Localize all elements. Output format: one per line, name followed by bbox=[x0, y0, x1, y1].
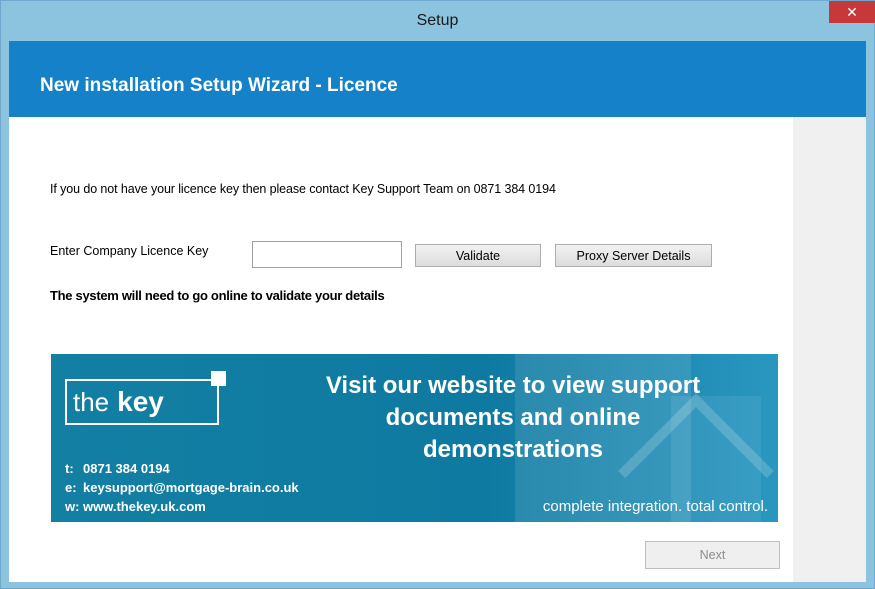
wizard-header: New installation Setup Wizard - Licence bbox=[9, 41, 866, 117]
phone-prefix: t: bbox=[65, 461, 74, 476]
banner-website: w: www.thekey.uk.com bbox=[65, 499, 206, 514]
support-info-text: If you do not have your licence key then… bbox=[50, 182, 556, 196]
web-prefix: w: bbox=[65, 499, 80, 514]
next-button[interactable]: Next bbox=[645, 541, 780, 569]
banner-headline: Visit our website to view support docume… bbox=[267, 370, 759, 466]
proxy-server-details-button[interactable]: Proxy Server Details bbox=[555, 244, 712, 267]
online-validation-note: The system will need to go online to val… bbox=[50, 288, 385, 303]
window-title: Setup bbox=[416, 12, 459, 29]
website-url: www.thekey.uk.com bbox=[83, 499, 206, 514]
licence-key-label: Enter Company Licence Key bbox=[50, 244, 209, 258]
logo-text-key: key bbox=[117, 386, 164, 417]
close-button[interactable]: ✕ bbox=[829, 1, 875, 23]
close-icon: ✕ bbox=[846, 3, 858, 20]
licence-key-input[interactable] bbox=[252, 241, 402, 268]
banner-phone: t: 0871 384 0194 bbox=[65, 461, 170, 476]
validate-button[interactable]: Validate bbox=[415, 244, 541, 267]
support-banner: the key Visit our website to view suppor… bbox=[51, 354, 778, 522]
title-bar[interactable]: Setup ✕ bbox=[1, 1, 875, 41]
banner-headline-line-1: Visit our website to view support bbox=[325, 372, 701, 399]
banner-headline-line-3: demonstrations bbox=[422, 436, 604, 463]
banner-tagline: complete integration. total control. bbox=[542, 498, 768, 515]
email-prefix: e: bbox=[65, 480, 77, 495]
logo-text-the: the bbox=[73, 386, 110, 417]
the-key-logo: the key bbox=[65, 379, 219, 425]
side-panel bbox=[793, 117, 866, 582]
banner-email: e: keysupport@mortgage-brain.co.uk bbox=[65, 480, 299, 495]
banner-headline-line-2: documents and online bbox=[385, 404, 641, 431]
logo-square-icon bbox=[211, 371, 226, 386]
email-address: keysupport@mortgage-brain.co.uk bbox=[83, 480, 299, 495]
phone-number: 0871 384 0194 bbox=[83, 461, 170, 476]
wizard-client-area: New installation Setup Wizard - Licence … bbox=[9, 41, 866, 582]
wizard-title: New installation Setup Wizard - Licence bbox=[40, 75, 398, 96]
setup-window: Setup ✕ New installation Setup Wizard - … bbox=[0, 0, 875, 589]
